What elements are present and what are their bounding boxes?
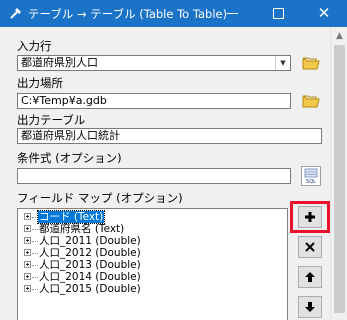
expand-icon[interactable] <box>24 237 31 244</box>
chevron-down-icon[interactable]: ▼ <box>275 56 290 70</box>
close-button[interactable]: ✕ <box>301 0 347 27</box>
expand-icon[interactable] <box>24 285 31 292</box>
folder-icon <box>302 57 320 70</box>
output-location-browse-button[interactable] <box>301 91 321 111</box>
svg-text:SQL: SQL <box>306 179 316 185</box>
input-rows-label: 入力行 <box>17 39 52 53</box>
tree-item-label: 都道府県名 (Text) <box>39 223 125 235</box>
maximize-button[interactable] <box>255 0 301 27</box>
folder-icon <box>302 95 320 108</box>
tree-item-label: コード (Text) <box>36 210 106 224</box>
input-rows-value: 都道府県別人口 <box>21 56 98 69</box>
tree-item-label: 人口_2014 (Double) <box>39 271 141 283</box>
tool-hammer-icon <box>10 8 21 19</box>
expression-field[interactable] <box>17 168 291 184</box>
x-icon <box>305 242 315 252</box>
window-title: テーブル → テーブル (Table To Table) <box>28 7 228 21</box>
scroll-up-icon[interactable]: ▲ <box>331 27 347 44</box>
output-location-value: C:¥Temp¥a.gdb <box>21 94 107 107</box>
output-table-value: 都道府県別人口統計 <box>21 129 120 142</box>
tree-item-label: 人口_2013 (Double) <box>39 259 141 271</box>
sql-query-button[interactable]: SQL <box>301 166 321 186</box>
move-down-button[interactable] <box>298 296 322 318</box>
tree-item-label: 人口_2012 (Double) <box>39 247 141 259</box>
input-rows-combobox[interactable]: 都道府県別人口 ▼ <box>17 55 291 71</box>
move-up-button[interactable] <box>298 266 322 288</box>
output-table-label: 出力テーブル <box>17 113 86 127</box>
vertical-scrollbar[interactable]: ▲ <box>330 27 347 320</box>
plus-icon <box>305 212 315 222</box>
expand-icon[interactable] <box>24 273 31 280</box>
output-location-field[interactable]: C:¥Temp¥a.gdb <box>17 93 291 109</box>
tree-item-label: 人口_2015 (Double) <box>39 283 141 295</box>
input-rows-browse-button[interactable] <box>301 53 321 73</box>
arrow-up-icon <box>305 272 315 282</box>
field-map-tree[interactable]: コード (Text) 都道府県名 (Text) 人口_2011 (Double)… <box>17 208 288 320</box>
sql-icon: SQL <box>304 168 318 185</box>
expand-icon[interactable] <box>24 225 31 232</box>
arrow-down-icon <box>305 302 315 312</box>
expand-icon[interactable] <box>24 213 31 220</box>
expression-label: 条件式 (オプション) <box>17 151 122 165</box>
close-icon: ✕ <box>317 4 331 22</box>
scroll-thumb[interactable] <box>334 45 345 313</box>
expand-icon[interactable] <box>24 261 31 268</box>
title-bar: テーブル → テーブル (Table To Table) ✕ <box>0 0 347 27</box>
output-location-label: 出力場所 <box>17 76 63 90</box>
expand-icon[interactable] <box>24 249 31 256</box>
remove-field-button[interactable] <box>298 236 322 258</box>
minimize-button[interactable] <box>209 0 255 27</box>
field-map-label: フィールド マップ (オプション) <box>17 191 183 205</box>
add-field-button[interactable] <box>298 206 322 228</box>
maximize-icon <box>272 8 284 19</box>
output-table-field[interactable]: 都道府県別人口統計 <box>17 128 322 144</box>
tree-item-label: 人口_2011 (Double) <box>39 235 141 247</box>
minimize-icon <box>226 13 238 14</box>
